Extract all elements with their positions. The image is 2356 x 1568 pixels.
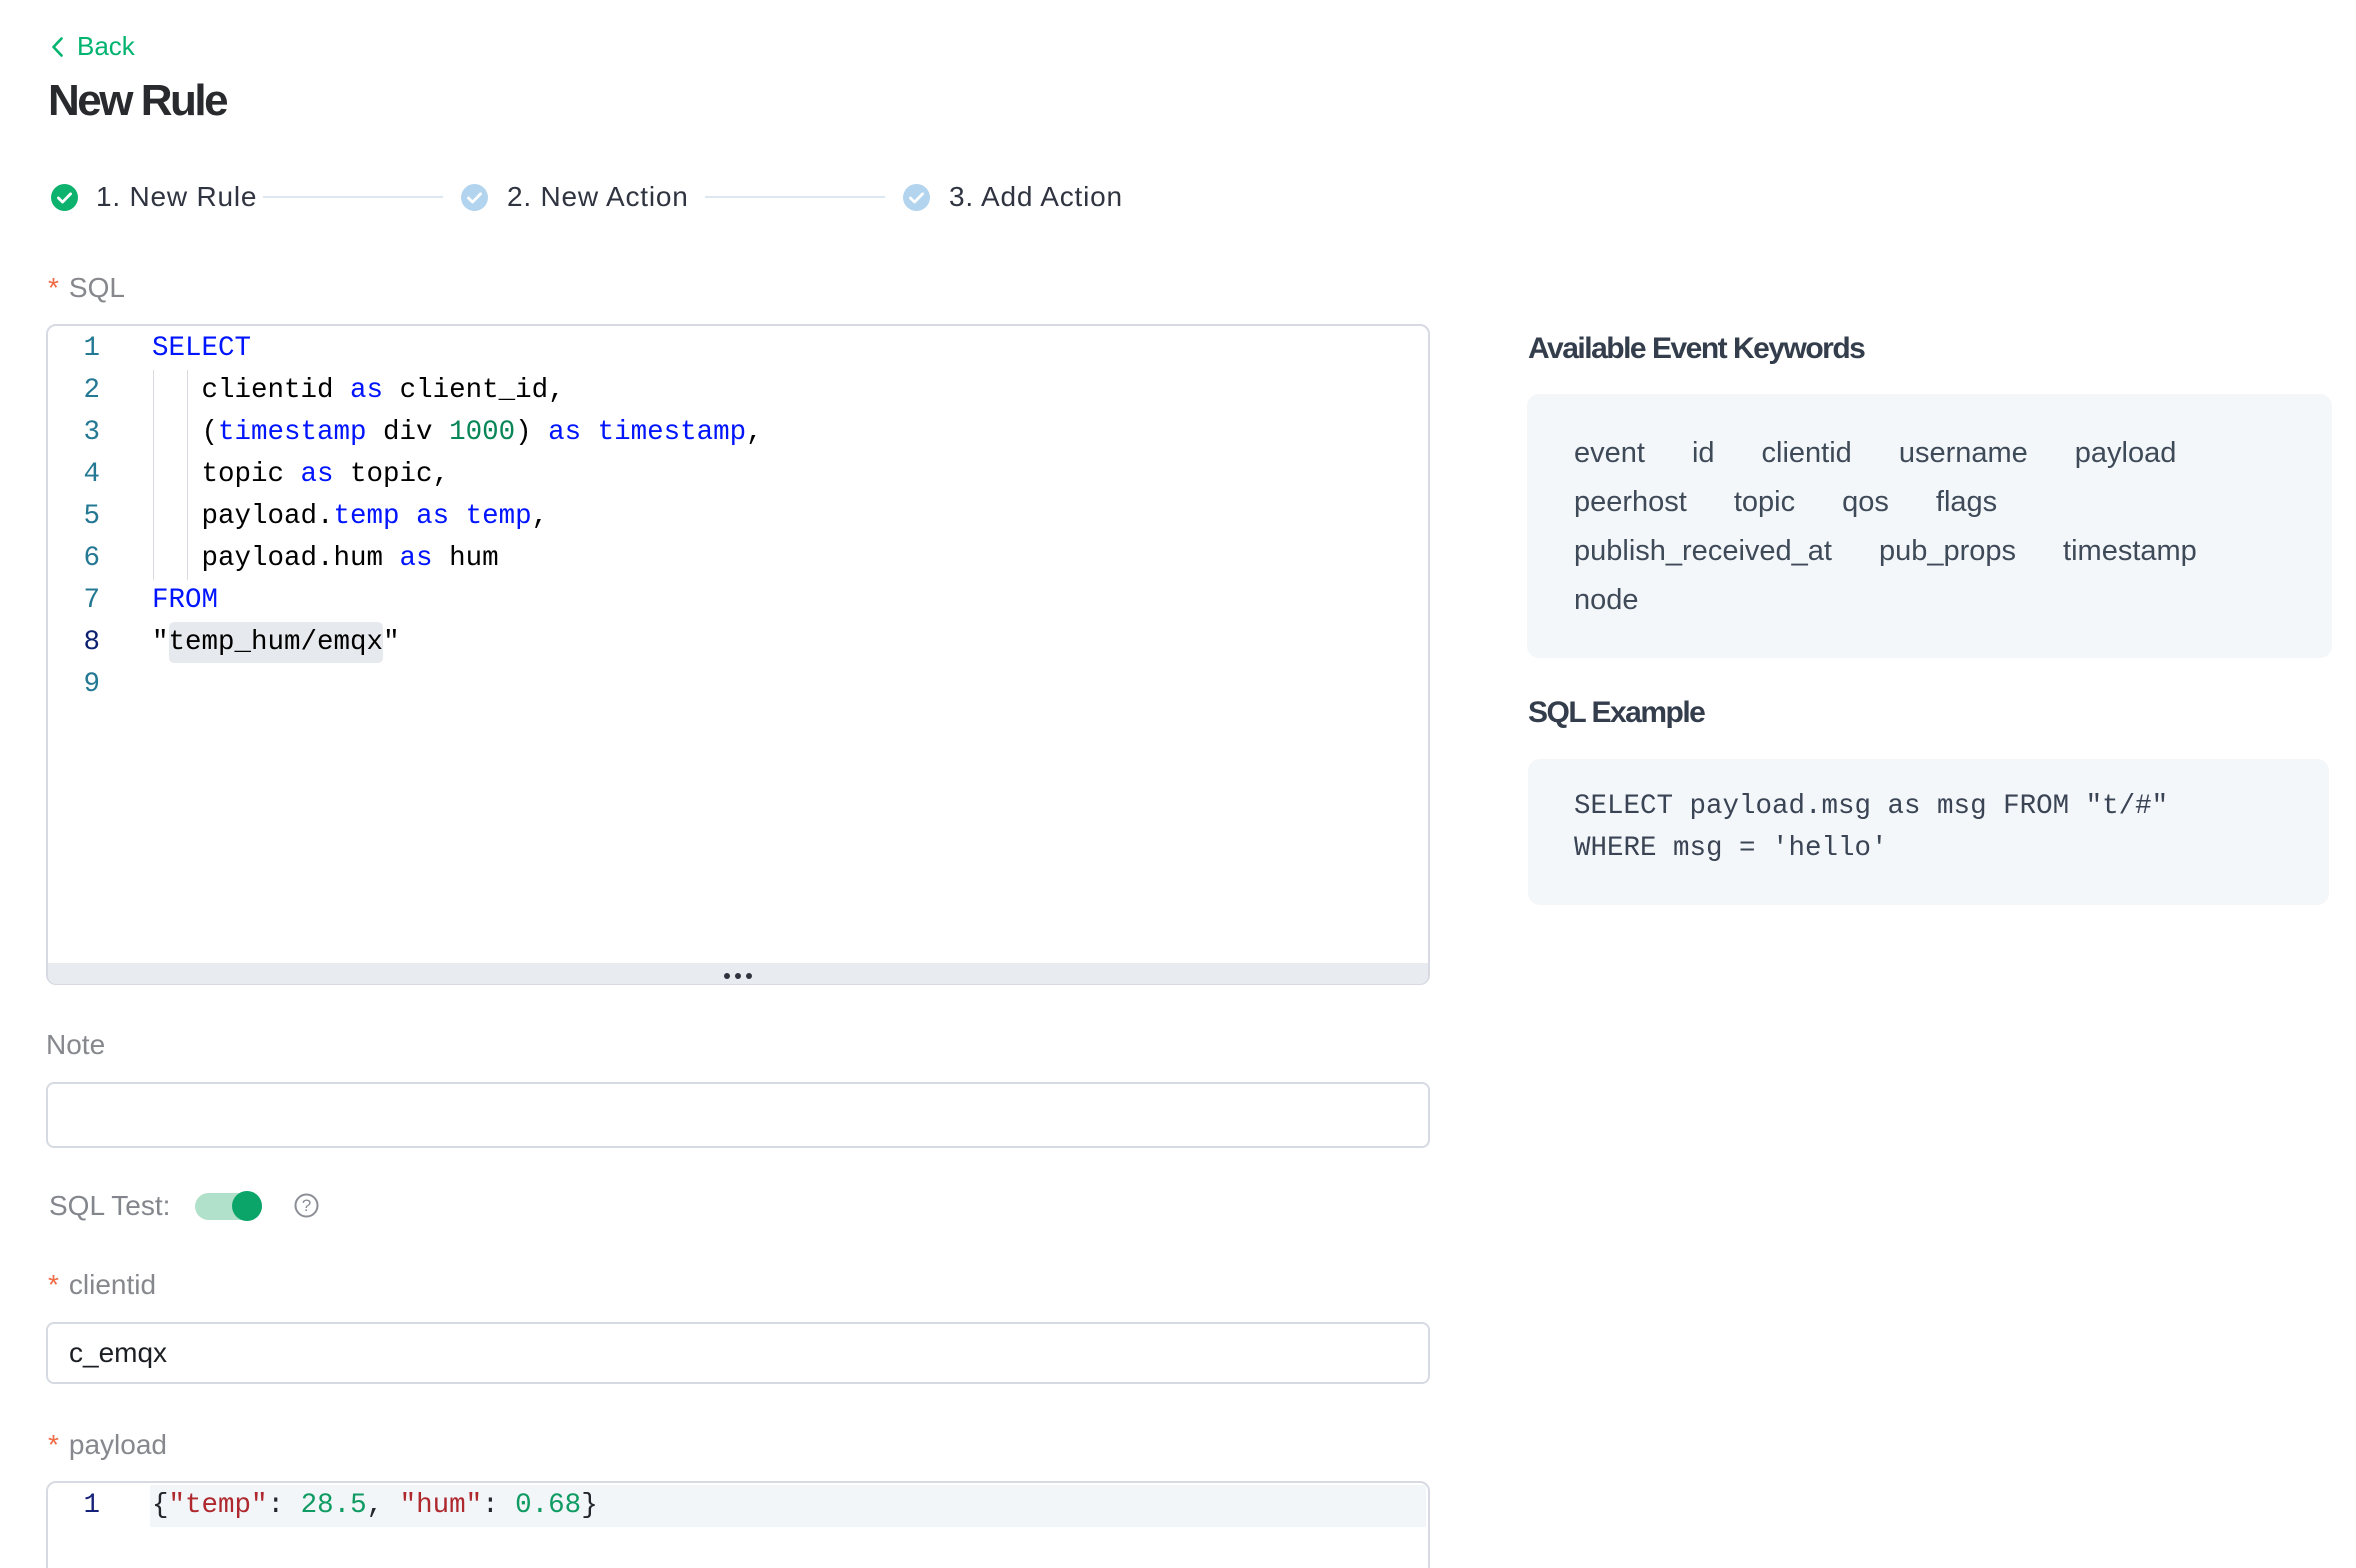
svg-text:?: ? bbox=[302, 1196, 311, 1215]
